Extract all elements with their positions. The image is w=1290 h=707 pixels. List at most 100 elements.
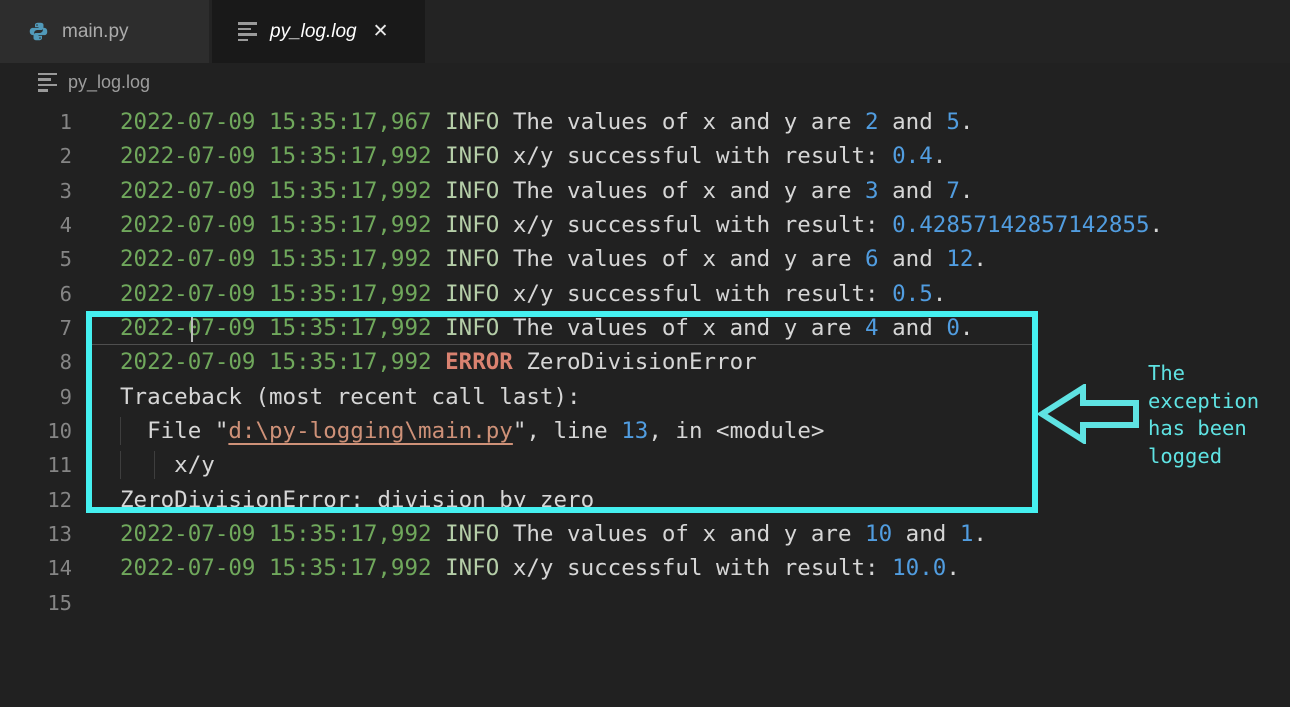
log-segment: . bbox=[933, 143, 947, 169]
log-segment bbox=[432, 555, 446, 581]
log-line-text: 2022-07-09 15:35:17,992 INFO The values … bbox=[72, 242, 1290, 276]
log-line: 15 bbox=[0, 586, 1290, 620]
annotation-text: The exception has been logged bbox=[1148, 360, 1259, 470]
log-line-text: 2022-07-09 15:35:17,992 INFO x/y success… bbox=[72, 277, 1290, 311]
log-segment bbox=[432, 143, 446, 169]
annotation-line: The bbox=[1148, 360, 1259, 388]
breadcrumb-label: py_log.log bbox=[68, 72, 150, 93]
log-line: 12ZeroDivisionError: division by zero bbox=[0, 483, 1290, 517]
log-segment: 10 bbox=[865, 521, 892, 547]
log-segment: . bbox=[933, 281, 947, 307]
log-segment bbox=[432, 349, 446, 375]
log-segment bbox=[432, 178, 446, 204]
log-segment: " bbox=[215, 418, 229, 444]
line-number: 15 bbox=[0, 586, 72, 620]
log-segment: 2022-07-09 15:35:17,992 bbox=[120, 349, 432, 375]
log-segment: The values of x and y are bbox=[499, 315, 865, 341]
log-segment: . bbox=[960, 178, 974, 204]
tab-py-log-log[interactable]: py_log.log ✕ bbox=[212, 0, 425, 63]
line-number: 14 bbox=[0, 551, 72, 585]
log-line: 62022-07-09 15:35:17,992 INFO x/y succes… bbox=[0, 277, 1290, 311]
editor[interactable]: 1 2022-07-09 15:35:17,967 INFO The values… bbox=[0, 101, 1290, 707]
close-icon[interactable]: ✕ bbox=[373, 22, 389, 41]
log-segment: 5 bbox=[946, 109, 960, 135]
log-segment: INFO bbox=[445, 143, 499, 169]
log-segment: INFO bbox=[445, 109, 499, 135]
arrow-left-icon bbox=[1038, 384, 1140, 444]
log-segment: INFO bbox=[445, 246, 499, 272]
log-segment bbox=[432, 212, 446, 238]
log-segment: The values of x and y are bbox=[499, 246, 865, 272]
log-segment: 0.5 bbox=[892, 281, 933, 307]
log-segment: , line bbox=[526, 418, 621, 444]
log-line: 11 x/y bbox=[0, 448, 1290, 482]
indent-guide bbox=[154, 451, 155, 479]
log-segment bbox=[432, 109, 446, 135]
line-number: 3 bbox=[0, 174, 72, 208]
log-segment: and bbox=[879, 246, 947, 272]
log-segment: The values of x and y are bbox=[499, 109, 865, 135]
log-line-text: 2022-07-09 15:35:17,992 INFO The values … bbox=[72, 517, 1290, 551]
file-path-link[interactable]: d:\py-logging\main.py bbox=[228, 418, 512, 444]
line-number: 6 bbox=[0, 277, 72, 311]
log-segment: 0.4 bbox=[892, 143, 933, 169]
log-line: 22022-07-09 15:35:17,992 INFO x/y succes… bbox=[0, 139, 1290, 173]
log-segment: 2022-07-09 15:35:17,992 bbox=[120, 281, 432, 307]
log-line-text: 2022-07-09 15:35:17,992 INFO x/y success… bbox=[72, 139, 1290, 173]
log-segment: 2022-07-09 15:35:17,992 bbox=[120, 521, 432, 547]
log-segment: x/y successful with result: bbox=[499, 143, 892, 169]
line-number: 2 bbox=[0, 139, 72, 173]
log-segment: 2022-07-09 15:35:17,992 bbox=[120, 315, 432, 341]
log-segment: 2022-07-09 15:35:17,992 bbox=[120, 212, 432, 238]
log-segment: and bbox=[879, 109, 947, 135]
line-number: 4 bbox=[0, 208, 72, 242]
log-segment: 0 bbox=[946, 315, 960, 341]
log-lines: 1 2022-07-09 15:35:17,967 INFO The values… bbox=[0, 101, 1290, 620]
line-number: 11 bbox=[0, 448, 72, 482]
line-number: 8 bbox=[0, 345, 72, 379]
log-line: 8 2022-07-09 15:35:17,992 ERROR ZeroDivis… bbox=[0, 345, 1290, 379]
log-segment: The values of x and y are bbox=[499, 178, 865, 204]
tab-main-py[interactable]: main.py bbox=[0, 0, 209, 63]
log-line-text: 2022-07-09 15:35:17,992 INFO x/y success… bbox=[72, 208, 1290, 242]
log-segment: ERROR bbox=[445, 349, 513, 375]
breadcrumb[interactable]: py_log.log bbox=[0, 63, 1290, 101]
log-segment: 4 bbox=[865, 315, 879, 341]
log-segment: Traceback (most recent call last): bbox=[120, 384, 581, 410]
log-line: 52022-07-09 15:35:17,992 INFO The values… bbox=[0, 242, 1290, 276]
log-segment: ZeroDivisionError bbox=[513, 349, 757, 375]
log-segment: INFO bbox=[445, 212, 499, 238]
log-line: 132022-07-09 15:35:17,992 INFO The value… bbox=[0, 517, 1290, 551]
line-number: 1 bbox=[0, 105, 72, 139]
log-segment: INFO bbox=[445, 521, 499, 547]
log-segment: INFO bbox=[445, 178, 499, 204]
log-segment: . bbox=[960, 315, 974, 341]
log-segment: The values of x and y are bbox=[499, 521, 865, 547]
tab-label: py_log.log bbox=[270, 21, 357, 43]
log-segment bbox=[432, 281, 446, 307]
log-segment: ZeroDivisionError: division by zero bbox=[120, 487, 594, 513]
line-number: 10 bbox=[0, 414, 72, 448]
log-segment: , in <module> bbox=[648, 418, 824, 444]
log-segment: " bbox=[513, 418, 527, 444]
log-segment: INFO bbox=[445, 555, 499, 581]
log-segment: . bbox=[973, 246, 987, 272]
log-segment bbox=[432, 521, 446, 547]
log-line-text: 2022-07-09 15:35:17,992 INFO x/y success… bbox=[72, 551, 1290, 585]
log-segment: . bbox=[1150, 212, 1164, 238]
log-line: 1 2022-07-09 15:35:17,967 INFO The values… bbox=[0, 105, 1290, 139]
log-segment: 13 bbox=[621, 418, 648, 444]
log-segment: 2022-07-09 15:35:17,967 bbox=[120, 109, 432, 135]
log-line: 42022-07-09 15:35:17,992 INFO x/y succes… bbox=[0, 208, 1290, 242]
indent-guide bbox=[120, 451, 121, 479]
log-segment: . bbox=[960, 109, 974, 135]
log-segment: and bbox=[879, 178, 947, 204]
annotation-line: has been bbox=[1148, 415, 1259, 443]
log-segment: and bbox=[879, 315, 947, 341]
log-segment: x/y bbox=[120, 452, 215, 478]
log-segment: 10.0 bbox=[892, 555, 946, 581]
log-segment: x/y successful with result: bbox=[499, 281, 892, 307]
tab-bar: main.py py_log.log ✕ bbox=[0, 0, 1290, 63]
log-segment: 6 bbox=[865, 246, 879, 272]
annotation-line: exception bbox=[1148, 388, 1259, 416]
